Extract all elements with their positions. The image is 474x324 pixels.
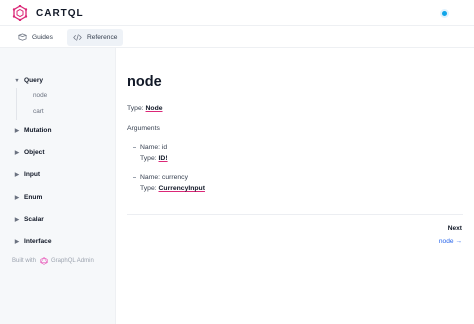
- cube-logo-icon: [12, 5, 28, 21]
- sidebar-group-label: Mutation: [24, 127, 52, 134]
- argument-name-row: Name: id: [140, 144, 167, 151]
- argument-name-label: Name:: [140, 144, 161, 151]
- argument-type-link[interactable]: CurrencyInput: [159, 185, 205, 192]
- sidebar-group-scalar[interactable]: ▶ Scalar: [14, 216, 44, 223]
- tab-bar: Guides Reference: [0, 26, 474, 48]
- sidebar-item-node[interactable]: node: [33, 92, 47, 99]
- theme-toggle-button[interactable]: [438, 7, 450, 19]
- list-bullet: [133, 177, 136, 178]
- type-row: Type: Node: [127, 105, 163, 112]
- book-icon: [18, 33, 27, 41]
- query-subitems: node cart: [16, 88, 76, 120]
- sidebar-group-query[interactable]: ▼ Query: [14, 77, 43, 84]
- code-icon: [73, 34, 82, 41]
- built-with-brand[interactable]: GraphQL Admin: [51, 258, 94, 264]
- sidebar-group-mutation[interactable]: ▶ Mutation: [14, 127, 52, 134]
- chevron-right-icon: ▶: [14, 216, 20, 223]
- argument-type-link[interactable]: ID!: [159, 155, 168, 162]
- tab-guides-label: Guides: [32, 34, 53, 41]
- tab-guides[interactable]: Guides: [12, 29, 59, 46]
- sidebar-group-enum[interactable]: ▶ Enum: [14, 194, 42, 201]
- chevron-right-icon: ▶: [14, 171, 20, 178]
- sidebar-group-label: Input: [24, 171, 41, 178]
- app-name: CARTQL: [36, 7, 84, 19]
- sidebar-group-label: Object: [24, 149, 45, 156]
- built-with-footer: Built with GraphQL Admin: [12, 257, 94, 265]
- list-bullet: [133, 147, 136, 148]
- built-with-prefix: Built with: [12, 258, 37, 264]
- graphql-logo-icon: [40, 257, 48, 265]
- arguments-heading: Arguments: [127, 125, 160, 132]
- sidebar-group-object[interactable]: ▶ Object: [14, 149, 45, 156]
- sun-icon: [441, 10, 447, 16]
- argument-type-label: Type:: [140, 185, 157, 192]
- divider: [127, 214, 463, 215]
- sidebar-group-label: Interface: [24, 238, 52, 245]
- sidebar-group-input[interactable]: ▶ Input: [14, 171, 40, 178]
- top-bar: CARTQL: [0, 0, 474, 26]
- tab-reference-label: Reference: [87, 34, 118, 41]
- sidebar-group-label: Scalar: [24, 216, 44, 223]
- chevron-right-icon: ▶: [14, 238, 20, 245]
- sidebar-item-cart[interactable]: cart: [33, 108, 44, 115]
- sidebar-group-label: Enum: [24, 194, 43, 201]
- next-page-link[interactable]: node →: [439, 238, 462, 245]
- type-label: Type:: [127, 105, 144, 112]
- argument-name-row: Name: currency: [140, 174, 188, 181]
- sidebar-group-label: Query: [24, 77, 44, 84]
- argument-name-label: Name:: [140, 174, 161, 181]
- page-title: node: [127, 74, 162, 90]
- argument-type-row: Type: ID!: [140, 155, 168, 162]
- chevron-right-icon: ▶: [14, 149, 20, 156]
- next-label: Next: [447, 225, 462, 232]
- app-logo[interactable]: CARTQL: [12, 5, 84, 21]
- argument-type-row: Type: CurrencyInput: [140, 185, 205, 192]
- main-content: node Type: Node Arguments Name: id Type:…: [116, 48, 474, 324]
- sidebar-group-interface[interactable]: ▶ Interface: [14, 238, 52, 245]
- argument-type-label: Type:: [140, 155, 157, 162]
- type-link[interactable]: Node: [146, 105, 163, 112]
- chevron-right-icon: ▶: [14, 127, 20, 134]
- argument-name: id: [161, 144, 168, 151]
- argument-name: currency: [161, 174, 188, 181]
- chevron-down-icon: ▼: [14, 77, 20, 84]
- chevron-right-icon: ▶: [14, 194, 20, 201]
- tab-reference[interactable]: Reference: [67, 29, 124, 46]
